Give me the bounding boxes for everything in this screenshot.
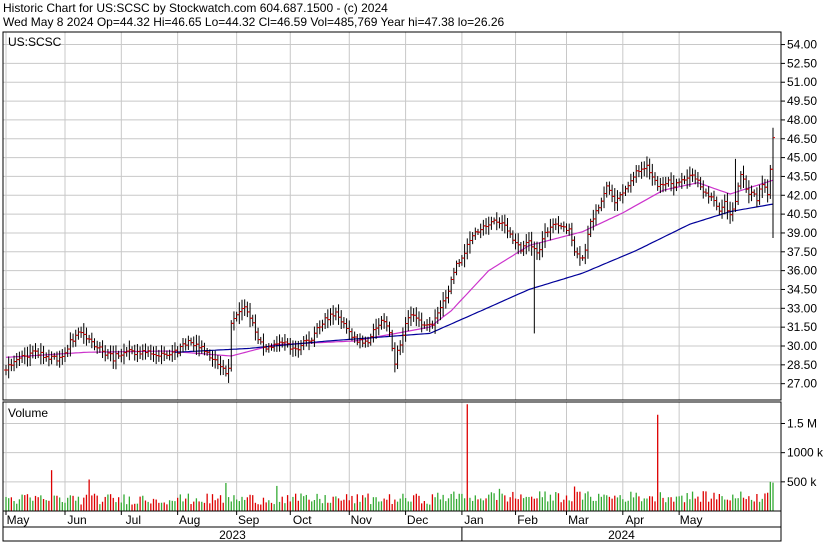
volume-y-tick-label: 1.5 M (787, 417, 817, 431)
year-label: 2023 (219, 528, 246, 542)
x-month-label: May (680, 513, 703, 527)
price-y-tick-label: 43.50 (787, 169, 817, 183)
moving-average-long (174, 203, 774, 353)
price-y-tick-label: 34.50 (787, 282, 817, 296)
volume-y-tick-label: 500 k (787, 475, 817, 489)
x-month-label: Jul (126, 513, 141, 527)
price-y-tick-label: 40.50 (787, 207, 817, 221)
x-month-label: Mar (568, 513, 589, 527)
x-month-label: Jan (464, 513, 483, 527)
price-y-tick-label: 31.50 (787, 320, 817, 334)
x-month-label: Jun (67, 513, 86, 527)
price-bars (4, 127, 775, 383)
price-y-tick-label: 30.00 (787, 339, 817, 353)
price-y-tick-label: 42.00 (787, 188, 817, 202)
price-y-tick-label: 51.00 (787, 75, 817, 89)
price-y-tick-label: 49.50 (787, 94, 817, 108)
price-y-tick-label: 52.50 (787, 56, 817, 70)
price-y-tick-label: 28.50 (787, 358, 817, 372)
axes: 27.00 28.50 30.00 31.50 33.00 34.50 36.00 37.50… (2, 31, 824, 542)
x-month-label: Aug (179, 513, 200, 527)
x-month-label: Feb (517, 513, 538, 527)
price-y-tick-label: 33.00 (787, 301, 817, 315)
price-y-tick-label: 39.00 (787, 226, 817, 240)
price-y-tick-label: 36.00 (787, 264, 817, 278)
price-y-tick-label: 54.00 (787, 38, 817, 52)
price-y-tick-label: 48.00 (787, 113, 817, 127)
price-y-tick-label: 27.00 (787, 377, 817, 391)
x-month-label: Apr (625, 513, 644, 527)
x-axis-frame (2, 510, 782, 542)
x-month-label: May (7, 513, 30, 527)
volume-panel-title: Volume (8, 406, 48, 420)
price-y-tick-label: 37.50 (787, 245, 817, 259)
volume-y-tick-label: 1000 k (787, 446, 824, 460)
volume-panel-frame (2, 401, 782, 512)
price-panel-title: US:SCSC (8, 35, 62, 49)
x-month-label: Nov (351, 513, 372, 527)
price-y-tick-label: 45.00 (787, 151, 817, 165)
price-y-tick-label: 46.50 (787, 132, 817, 146)
stock-chart: 27.00 28.50 30.00 31.50 33.00 34.50 36.00 37.50… (2, 31, 824, 542)
grid-lines (3, 32, 781, 511)
x-month-label: Oct (293, 513, 312, 527)
year-label: 2024 (608, 528, 635, 542)
x-month-label: Sep (238, 513, 260, 527)
x-month-label: Dec (407, 513, 428, 527)
